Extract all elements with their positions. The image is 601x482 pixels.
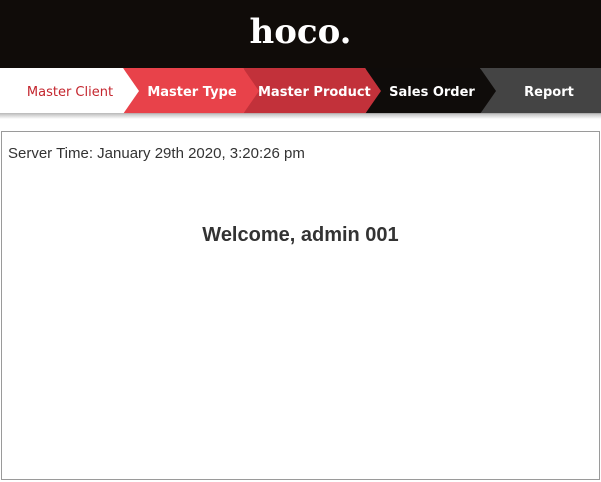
nav-item-report[interactable]: Report	[497, 68, 601, 118]
header-bar: hoco.	[0, 0, 601, 68]
main-content-panel: Server Time: January 29th 2020, 3:20:26 …	[1, 131, 600, 480]
nav-item-master-type[interactable]: Master Type	[140, 68, 244, 118]
nav-item-master-product[interactable]: Master Product	[258, 68, 371, 118]
nav-shadow	[0, 113, 601, 119]
server-time: Server Time: January 29th 2020, 3:20:26 …	[8, 145, 305, 162]
breadcrumb-nav: Master Client Master Type Master Product…	[0, 68, 601, 118]
welcome-heading: Welcome, admin 001	[202, 224, 399, 246]
nav-item-master-client[interactable]: Master Client	[8, 68, 132, 118]
hoco-logo[interactable]: hoco.	[0, 12, 601, 52]
nav-item-sales-order[interactable]: Sales Order	[380, 68, 484, 118]
